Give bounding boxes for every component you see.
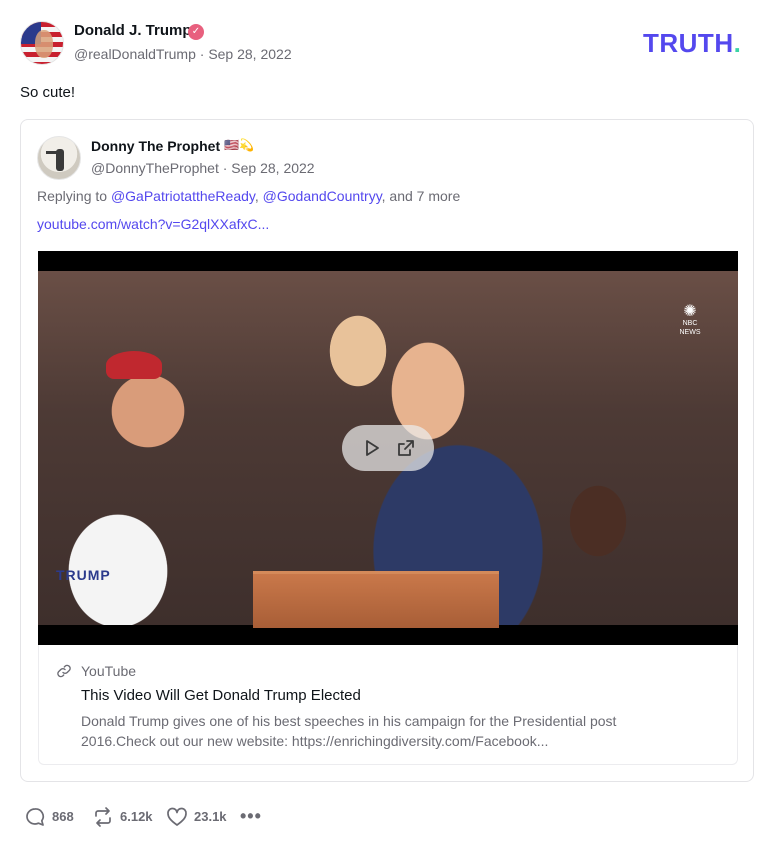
post-author-name[interactable]: Donald J. Trump (74, 22, 192, 39)
quoted-post[interactable]: Donny The Prophet 🇺🇸💫 @DonnyTheProphet ·… (20, 119, 754, 782)
heart-icon (167, 807, 187, 826)
link-icon (57, 664, 71, 678)
nbc-news-watermark: ✺ NBC NEWS (674, 301, 706, 337)
post-author-meta: @realDonaldTrump · Sep 28, 2022 (74, 46, 292, 62)
quoted-author-emoji: 🇺🇸💫 (224, 138, 254, 152)
post-date[interactable]: Sep 28, 2022 (208, 46, 291, 62)
reply-icon (26, 808, 45, 826)
like-count: 23.1k (194, 809, 227, 824)
quoted-date[interactable]: Sep 28, 2022 (231, 160, 314, 176)
truth-social-logo[interactable]: TRUTH. (643, 28, 741, 59)
card-provider: YouTube (81, 663, 137, 679)
peacock-icon: ✺ (683, 301, 697, 320)
post-avatar[interactable] (20, 21, 64, 65)
reply-count: 868 (52, 809, 74, 824)
quoted-author-handle[interactable]: @DonnyTheProphet (91, 160, 219, 176)
video-controls[interactable] (342, 425, 434, 471)
retruth-count: 6.12k (120, 809, 153, 824)
mention-link[interactable]: @GaPatriotattheReady (111, 188, 255, 204)
shirt-text: TRUMP (56, 567, 111, 583)
quoted-avatar[interactable] (37, 136, 81, 180)
meta-separator: · (199, 46, 205, 62)
avatar-face (35, 30, 53, 58)
replying-to-label: Replying to (37, 188, 108, 204)
quoted-author-meta: @DonnyTheProphet · Sep 28, 2022 (91, 160, 315, 176)
play-icon[interactable] (362, 438, 382, 458)
post-text: So cute! (20, 84, 76, 101)
link-preview-card[interactable]: YouTube This Video Will Get Donald Trump… (38, 645, 738, 765)
more-options-button[interactable]: ••• (240, 806, 262, 827)
video-link[interactable]: youtube.com/watch?v=G2qlXXafxC... (37, 216, 269, 232)
retruth-icon (95, 807, 111, 827)
podium (253, 571, 499, 628)
quoted-author-name[interactable]: Donny The Prophet (91, 138, 220, 154)
card-title[interactable]: This Video Will Get Donald Trump Elected (81, 687, 361, 704)
replying-to-more[interactable]: , and 7 more (382, 188, 461, 204)
post-author-handle[interactable]: @realDonaldTrump (74, 46, 196, 62)
mention-link[interactable]: @GodandCountryy (263, 188, 382, 204)
card-description: Donald Trump gives one of his best speec… (81, 713, 617, 749)
external-link-icon[interactable] (396, 438, 416, 458)
verified-badge-icon: ✓ (188, 24, 204, 40)
video-player[interactable]: TRUMP ✺ NBC NEWS (38, 251, 738, 645)
replying-to: Replying to @GaPatriotattheReady, @Godan… (37, 188, 461, 204)
meta-separator: · (222, 160, 228, 176)
